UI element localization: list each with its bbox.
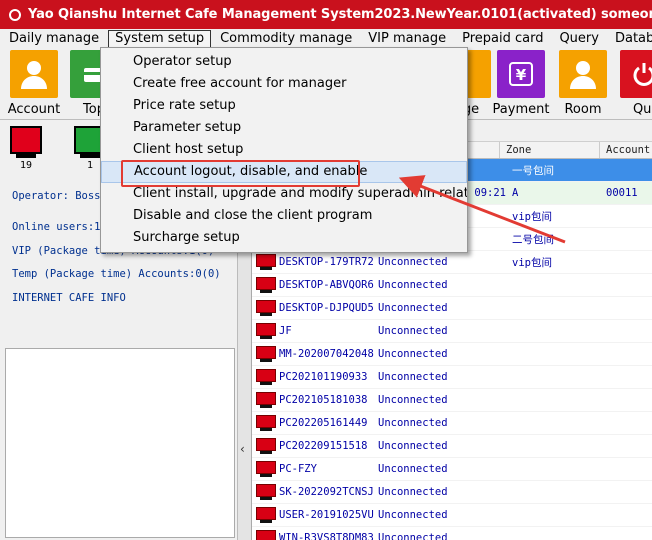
row-host-name: SK-2022092TCNSJ (279, 486, 374, 498)
menu-surcharge-setup[interactable]: Surcharge setup (101, 227, 467, 249)
svg-text:¥: ¥ (516, 66, 527, 84)
row-status: Unconnected (378, 440, 448, 452)
row-zone: vip包间 (512, 256, 552, 269)
computer-icon (256, 415, 276, 431)
window-title: Yao Qianshu Internet Cafe Management Sys… (28, 7, 652, 22)
row-host-name: DESKTOP-ABVQOR6 (279, 279, 374, 291)
header-zone[interactable]: Zone (500, 142, 600, 158)
row-host-name: DESKTOP-DJPQUD5 (279, 302, 374, 314)
table-row[interactable]: SK-2022092TCNSJ Unconnected (252, 481, 652, 504)
row-zone: A (512, 187, 519, 199)
row-status: Unconnected (378, 348, 448, 360)
menu-price-rate-setup[interactable]: Price rate setup (101, 95, 467, 117)
person-icon (10, 50, 58, 98)
row-host-name: USER-20191025VU (279, 509, 374, 521)
table-row[interactable]: PC-FZY Unconnected (252, 458, 652, 481)
row-status: Unconnected (378, 417, 448, 429)
room-button[interactable]: Room (553, 50, 613, 118)
row-host-name: PC202105181038 (279, 394, 368, 406)
menu-operator-setup[interactable]: Operator setup (101, 51, 467, 73)
monitor-red-icon (10, 126, 42, 154)
row-status: Unconnected (378, 325, 448, 337)
system-setup-dropdown: Operator setup Create free account for m… (100, 47, 468, 253)
person-icon (559, 50, 607, 98)
computer-icon (256, 323, 276, 339)
info-box (5, 348, 235, 538)
row-status: Unconnected (378, 302, 448, 314)
header-account[interactable]: Account (600, 142, 652, 158)
annotation-highlight-box (121, 160, 360, 187)
computer-icon (256, 484, 276, 500)
title-bar: Yao Qianshu Internet Cafe Management Sys… (0, 0, 652, 29)
table-row[interactable]: USER-20191025VU Unconnected (252, 504, 652, 527)
computer-icon (256, 300, 276, 316)
menu-system-setup[interactable]: System setup (108, 29, 212, 48)
offline-status[interactable]: 19 (10, 126, 58, 171)
computer-icon (256, 369, 276, 385)
row-account: 00011 (606, 187, 638, 199)
menu-vip-manage[interactable]: VIP manage (361, 30, 453, 48)
row-zone: 二号包间 (512, 233, 554, 246)
computer-icon (256, 438, 276, 454)
power-icon (620, 50, 652, 98)
table-row[interactable]: DESKTOP-ABVQOR6 Unconnected (252, 274, 652, 297)
menu-commodity-manage[interactable]: Commodity manage (213, 30, 359, 48)
menu-disable-client[interactable]: Disable and close the client program (101, 205, 467, 227)
menu-client-host-setup[interactable]: Client host setup (101, 139, 467, 161)
menu-prepaid-card[interactable]: Prepaid card (455, 30, 550, 48)
menu-create-free-account[interactable]: Create free account for manager (101, 73, 467, 95)
payment-button[interactable]: ¥ Payment (491, 50, 551, 118)
offline-count: 19 (19, 160, 33, 171)
menu-parameter-setup[interactable]: Parameter setup (101, 117, 467, 139)
table-row[interactable]: DESKTOP-DJPQUD5 Unconnected (252, 297, 652, 320)
computer-icon (256, 392, 276, 408)
row-host-name: PC-FZY (279, 463, 317, 475)
row-host-name: MM-202007042048 (279, 348, 374, 360)
computer-icon (256, 346, 276, 362)
table-row[interactable]: PC202209151518 Unconnected (252, 435, 652, 458)
table-row[interactable]: MM-202007042048 Unconnected (252, 343, 652, 366)
row-host-name: PC202101190933 (279, 371, 368, 383)
row-status: Unconnected (378, 371, 448, 383)
row-status: Unconnected (378, 256, 448, 268)
computer-icon (256, 461, 276, 477)
computer-icon (256, 254, 276, 270)
row-zone: 一号包间 (512, 164, 554, 177)
table-row[interactable]: JF Unconnected (252, 320, 652, 343)
cafe-info-label: INTERNET CAFE INFO (12, 292, 126, 304)
app-icon (9, 8, 21, 21)
row-status: Unconnected (378, 394, 448, 406)
quit-button[interactable]: Qui (614, 50, 652, 118)
computer-icon (256, 277, 276, 293)
menu-query[interactable]: Query (552, 30, 606, 48)
menu-daily-manage[interactable]: Daily manage (2, 30, 106, 48)
table-row[interactable]: DESKTOP-179TR72 Unconnected vip包间 (252, 251, 652, 274)
row-status: Unconnected (378, 532, 448, 540)
operator-label: Operator: Boss (12, 190, 101, 202)
computer-icon (256, 530, 276, 540)
account-button[interactable]: Account (4, 50, 64, 118)
table-row[interactable]: PC202105181038 Unconnected (252, 389, 652, 412)
row-host-name: DESKTOP-179TR72 (279, 256, 374, 268)
yen-icon: ¥ (497, 50, 545, 98)
row-status: Unconnected (378, 509, 448, 521)
collapse-left-icon[interactable]: ‹ (240, 442, 245, 456)
row-status: Unconnected (378, 279, 448, 291)
online-users-label: Online users:1 (12, 221, 101, 233)
table-row[interactable]: WIN-R3VS8T8DM83 Unconnected (252, 527, 652, 540)
row-host-name: WIN-R3VS8T8DM83 (279, 532, 374, 540)
row-host-name: PC202205161449 (279, 417, 368, 429)
table-row[interactable]: PC202101190933 Unconnected (252, 366, 652, 389)
row-status: Unconnected (378, 463, 448, 475)
table-row[interactable]: PC202205161449 Unconnected (252, 412, 652, 435)
menu-database-manage[interactable]: Database manage (608, 30, 652, 48)
row-host-name: PC202209151518 (279, 440, 368, 452)
row-status: Unconnected (378, 486, 448, 498)
row-zone: vip包间 (512, 210, 552, 223)
computer-icon (256, 507, 276, 523)
row-host-name: JF (279, 325, 292, 337)
menu-bar: Daily manage System setup Commodity mana… (0, 29, 652, 48)
temp-accounts-label: Temp (Package time) Accounts:0(0) (12, 268, 221, 280)
